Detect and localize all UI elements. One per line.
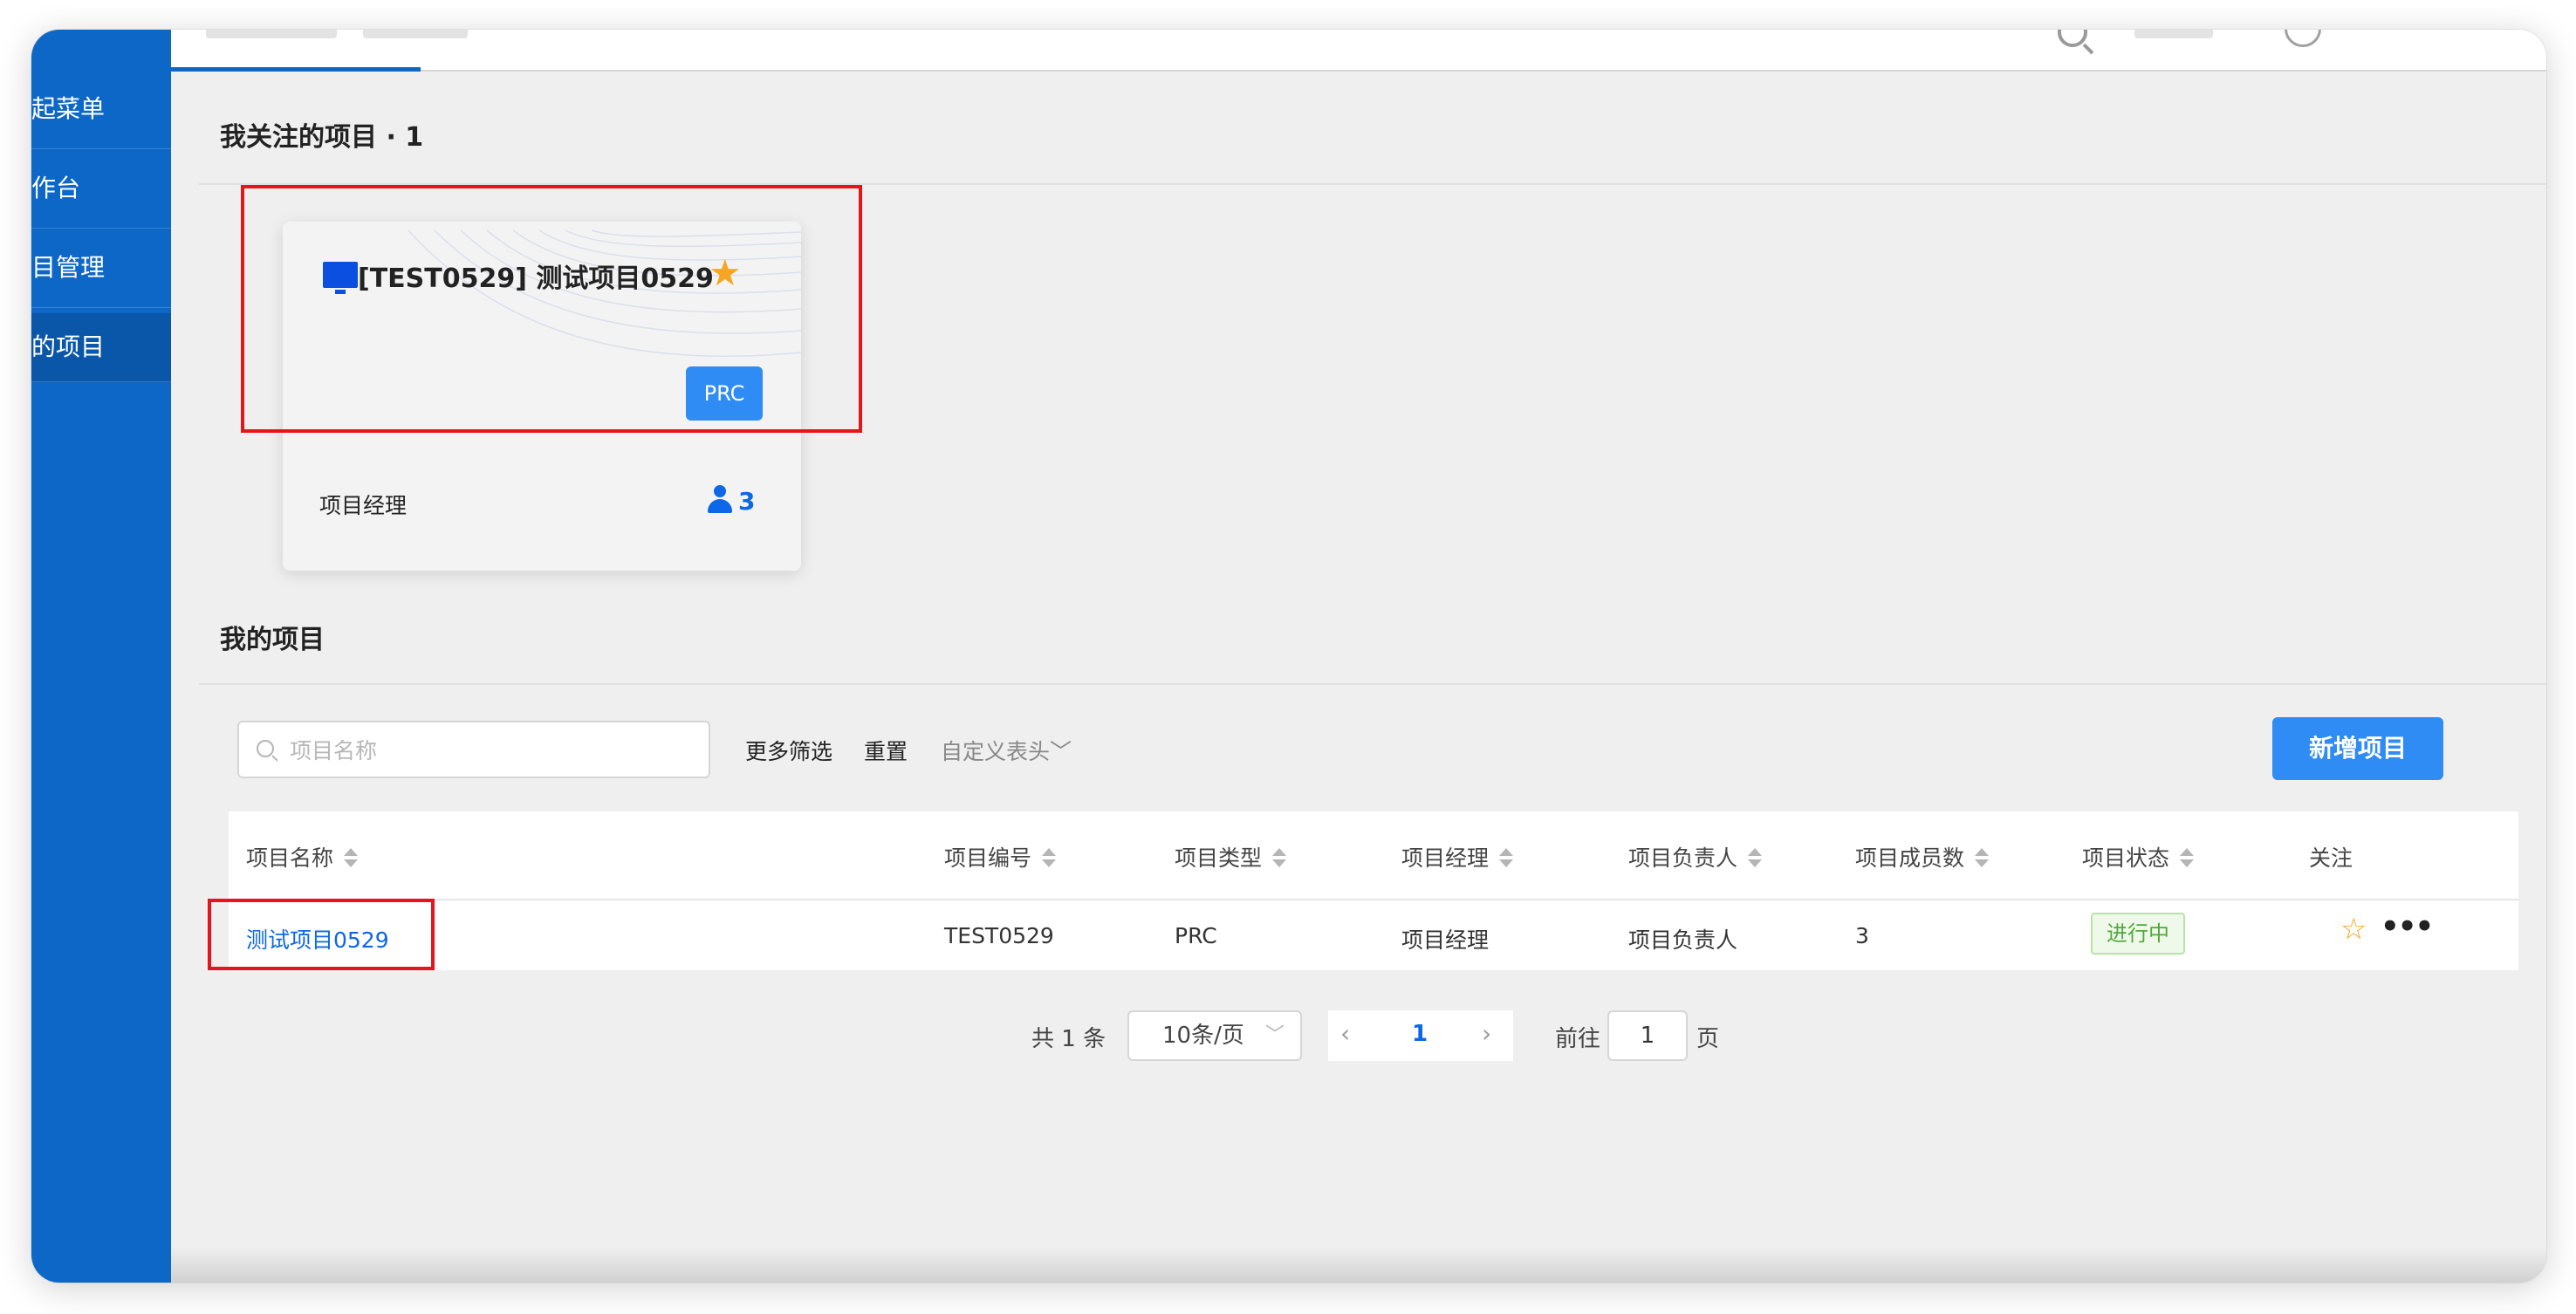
top-nav-item[interactable] [206, 30, 337, 38]
sidebar-item-workbench[interactable]: 作台 [31, 149, 171, 229]
column-label: 项目负责人 [1628, 845, 1738, 871]
sidebar-item-menu[interactable]: 起菜单 [31, 70, 171, 149]
sort-icon[interactable] [1748, 848, 1763, 869]
project-owner: 项目负责人 [1628, 927, 1738, 953]
pagination-total: 共 1 条 [1031, 1026, 1106, 1052]
custom-header-dropdown[interactable]: 自定义表头﹀ [941, 735, 1072, 766]
sidebar-item-label: 的项目 [31, 332, 106, 361]
column-label: 项目编号 [944, 845, 1032, 871]
column-header-follow: 关注 [2309, 845, 2353, 871]
chevron-down-icon: ﹀ [1264, 1024, 1285, 1046]
highlight-box-row [208, 899, 435, 970]
page-size-value: 10条/页 [1162, 1023, 1244, 1049]
top-nav-item[interactable] [363, 30, 468, 38]
page-size-select[interactable]: 10条/页 ﹀ [1127, 1010, 1302, 1061]
project-manager: 项目经理 [1401, 927, 1490, 953]
column-label: 项目成员数 [1855, 845, 1965, 871]
bottom-shadow [171, 1248, 2546, 1283]
chevron-right-icon[interactable]: › [1482, 1019, 1491, 1048]
column-label: 项目类型 [1175, 845, 1263, 871]
app-window: 起菜单 作台 目管理 的项目 我关注的项目 · 1 [TEST0529] 测试项… [31, 30, 2546, 1283]
column-header-code[interactable]: 项目编号 [944, 841, 1057, 873]
column-header-type[interactable]: 项目类型 [1175, 841, 1287, 873]
search-input[interactable] [288, 722, 693, 778]
sort-icon[interactable] [344, 848, 359, 869]
search-icon[interactable] [2058, 30, 2087, 47]
column-label: 项目名称 [246, 845, 334, 871]
custom-header-label: 自定义表头 [941, 739, 1051, 764]
card-manager: 项目经理 [319, 493, 408, 518]
project-code: TEST0529 [944, 923, 1054, 948]
highlight-box-card [241, 185, 862, 433]
more-actions-icon[interactable]: ••• [2381, 909, 2434, 944]
column-label: 项目经理 [1401, 845, 1490, 871]
column-header-manager[interactable]: 项目经理 [1401, 841, 1514, 873]
sidebar: 起菜单 作台 目管理 的项目 [31, 30, 171, 1283]
goto-label: 前往 [1555, 1026, 1601, 1052]
sort-icon[interactable] [1499, 848, 1514, 869]
column-label: 项目状态 [2082, 845, 2170, 871]
reset-button[interactable]: 重置 [864, 735, 908, 766]
column-header-members[interactable]: 项目成员数 [1855, 841, 1990, 873]
sidebar-item-my-projects[interactable]: 的项目 [31, 313, 171, 382]
column-header-status[interactable]: 项目状态 [2082, 841, 2195, 873]
sidebar-item-project-management[interactable]: 目管理 [31, 229, 171, 308]
add-project-button[interactable]: 新增项目 [2272, 717, 2443, 780]
star-outline-icon[interactable]: ☆ [2340, 914, 2367, 944]
pagination-nav: ‹ 1 › [1328, 1010, 1513, 1061]
project-member-count: 3 [1855, 923, 1869, 948]
sort-icon[interactable] [1042, 848, 1057, 869]
page-number-current[interactable]: 1 [1412, 1021, 1428, 1047]
search-icon [257, 740, 274, 757]
user-icon [707, 485, 733, 513]
sort-icon[interactable] [2180, 848, 2195, 869]
divider [199, 683, 2546, 685]
sidebar-item-label: 目管理 [31, 253, 106, 282]
sort-icon[interactable] [1272, 848, 1287, 869]
sidebar-item-label: 起菜单 [31, 94, 106, 123]
followed-projects-title: 我关注的项目 · 1 [220, 122, 424, 153]
top-bar-item[interactable] [2134, 30, 2213, 38]
goto-page-input[interactable]: 1 [1607, 1010, 1688, 1061]
top-bar [31, 30, 2546, 72]
more-filters-button[interactable]: 更多筛选 [745, 735, 832, 766]
column-header-name[interactable]: 项目名称 [246, 841, 359, 873]
member-count-value: 3 [738, 487, 756, 516]
table-row[interactable]: 测试项目0529 TEST0529 PRC 项目经理 项目负责人 3 进行中 ☆… [229, 900, 2518, 970]
sort-icon[interactable] [1975, 848, 1990, 869]
card-member-count[interactable]: 3 [707, 485, 755, 516]
my-projects-title: 我的项目 [220, 625, 325, 655]
chevron-left-icon[interactable]: ‹ [1340, 1019, 1350, 1048]
project-type: PRC [1175, 923, 1217, 948]
chevron-down-icon: ﹀ [1050, 739, 1072, 764]
status-badge: 进行中 [2091, 913, 2185, 955]
page-unit-label: 页 [1696, 1026, 1720, 1052]
project-name-search[interactable] [237, 721, 710, 778]
sidebar-item-label: 作台 [31, 174, 81, 202]
user-circle-icon[interactable] [2285, 30, 2321, 47]
table-header: 项目名称 项目编号 项目类型 项目经理 项目负责人 项目成员数 项目状态 关注 [229, 811, 2518, 900]
column-header-owner[interactable]: 项目负责人 [1628, 841, 1763, 873]
